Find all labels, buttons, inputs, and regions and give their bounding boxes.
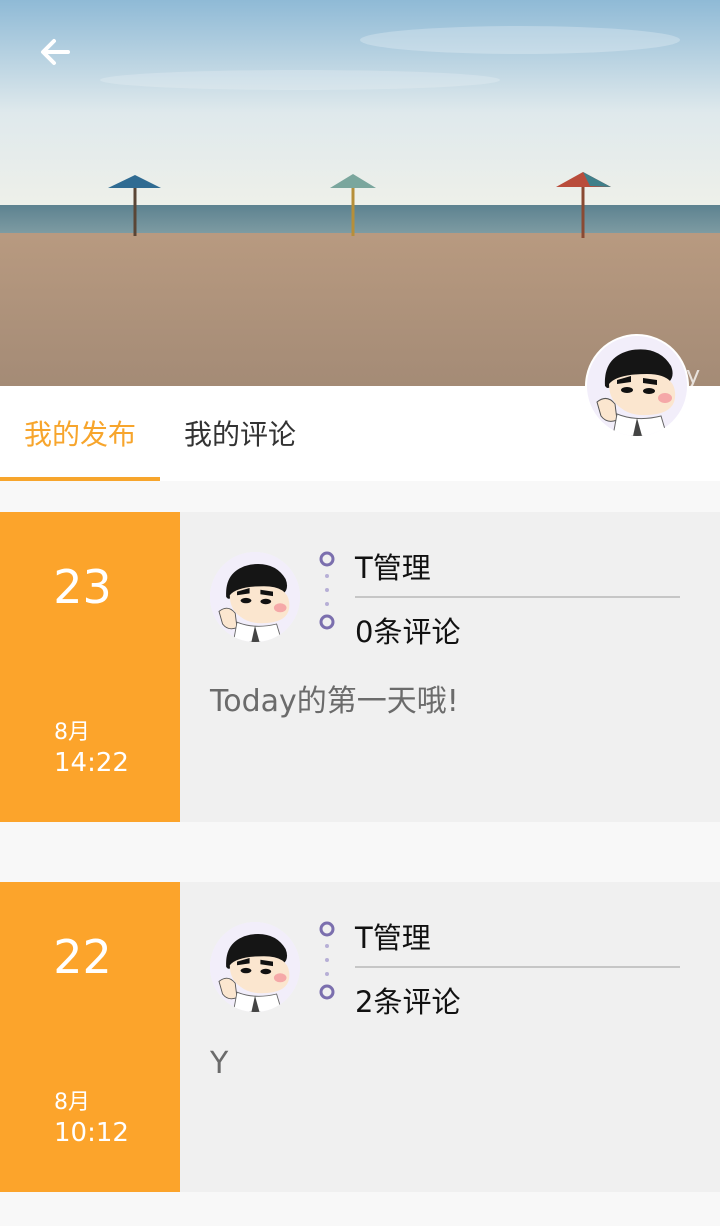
post-month: 8月: [54, 720, 90, 745]
post-day: 22: [53, 930, 112, 984]
comment-count[interactable]: 2条评论: [355, 979, 460, 1021]
post-date-block: 22 8月 10:12: [0, 882, 180, 1192]
post-author: T管理: [355, 551, 431, 585]
divider: [355, 596, 680, 598]
watermark-text: y: [686, 361, 700, 386]
post-date-block: 23 8月 14:22: [0, 512, 180, 822]
post-card[interactable]: 23 8月 14:22 T管理 0条评论 Today的第一天哦!: [0, 512, 720, 822]
post-day: 23: [53, 560, 112, 614]
back-arrow-icon[interactable]: [34, 30, 78, 74]
tab-my-comments[interactable]: 我的评论: [160, 386, 320, 481]
avatar[interactable]: [210, 922, 300, 1012]
beach-photo: y: [0, 0, 720, 386]
divider: [355, 966, 680, 968]
post-time: 14:22: [54, 748, 129, 778]
comment-count[interactable]: 0条评论: [355, 609, 460, 651]
post-author: T管理: [355, 921, 431, 955]
profile-avatar[interactable]: [587, 336, 687, 436]
active-tab-indicator: [0, 477, 160, 481]
tab-my-posts[interactable]: 我的发布: [0, 386, 160, 481]
post-content: Today的第一天哦!: [210, 684, 459, 719]
post-time: 10:12: [54, 1118, 129, 1148]
header-banner: y: [0, 0, 720, 386]
post-card[interactable]: 22 8月 10:12 T管理 2条评论 Y: [0, 882, 720, 1192]
avatar[interactable]: [210, 552, 300, 642]
timeline-dots-icon: [319, 551, 335, 630]
post-month: 8月: [54, 1090, 90, 1115]
post-content: Y: [210, 1046, 229, 1081]
timeline-dots-icon: [319, 921, 335, 1000]
